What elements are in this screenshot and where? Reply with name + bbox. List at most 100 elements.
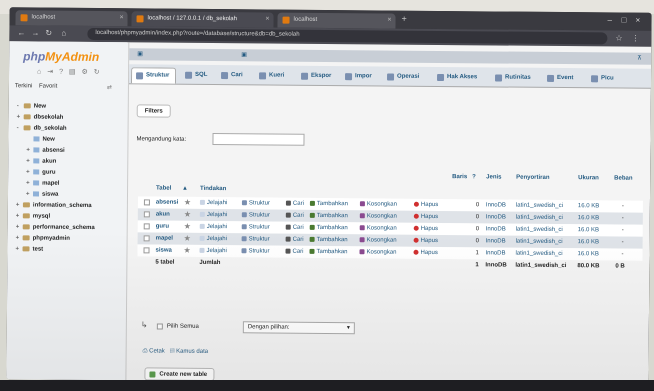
forward-icon[interactable]: → [31,28,39,37]
expand-icon[interactable]: + [16,213,23,219]
expand-icon[interactable]: + [26,180,33,186]
drop-link[interactable]: Hapus [413,237,438,244]
expand-icon[interactable]: + [26,147,33,153]
size[interactable]: 16.0 KB [577,251,598,257]
expand-icon[interactable]: - [17,103,24,109]
create-table-button[interactable]: Create new table [144,367,215,382]
row-checkbox[interactable] [143,235,150,242]
tab-routines[interactable]: Rutinitas [491,70,537,86]
filters-button[interactable]: Filters [136,104,171,118]
structure-link[interactable]: Struktur [241,200,270,207]
insert-link[interactable]: Tambahkan [309,212,348,219]
check-all-label[interactable]: Pilih Semua [167,324,199,330]
maximize-icon[interactable]: □ [622,16,627,25]
expand-icon[interactable]: + [26,191,33,197]
pma-logo[interactable]: phpMyAdmin [23,49,99,64]
header-size[interactable]: Ukuran [578,175,599,181]
structure-link[interactable]: Struktur [241,236,270,243]
size[interactable]: 16.0 KB [578,239,599,245]
star-icon[interactable]: ☆ [615,33,622,42]
browse-link[interactable]: Jelajahi [199,247,227,254]
drop-link[interactable]: Hapus [413,213,438,220]
new-tab-icon[interactable]: + [402,14,407,24]
star-icon[interactable]: ★ [184,234,191,243]
header-rows[interactable]: Baris [452,174,467,180]
collapse-icon[interactable]: - [17,125,24,131]
search-link[interactable]: Cari [285,236,304,243]
table-name[interactable]: absensi [156,199,178,205]
row-checkbox[interactable] [143,211,150,218]
tab-query[interactable]: Kueri [255,68,290,84]
tab-favorites[interactable]: Favorit [39,83,57,89]
empty-link[interactable]: Kosongkan [359,201,397,208]
header-table[interactable]: Tabel [156,185,171,191]
print-link[interactable]: Cetak [149,348,165,354]
home-icon[interactable]: ⌂ [61,29,66,38]
drop-link[interactable]: Hapus [413,225,438,232]
structure-link[interactable]: Struktur [241,248,270,255]
search-link[interactable]: Cari [285,200,304,207]
star-icon[interactable]: ★ [184,210,191,219]
insert-link[interactable]: Tambahkan [309,200,348,207]
browser-tab-2[interactable]: localhost / 127.0.0.1 / db_sekolah × [131,11,274,28]
expand-icon[interactable]: + [15,246,22,252]
search-link[interactable]: Cari [285,248,304,255]
back-icon[interactable]: ← [17,28,25,37]
size[interactable]: 16.0 KB [578,215,599,221]
with-selected-select[interactable]: Dengan pilihan: ▾ [242,321,355,335]
tab-import[interactable]: Impor [341,69,378,85]
structure-link[interactable]: Struktur [241,212,270,219]
browser-tab-3[interactable]: localhost × [277,12,396,29]
empty-link[interactable]: Kosongkan [359,237,397,244]
table-name[interactable]: mapel [156,235,173,241]
check-all-checkbox[interactable] [156,323,163,330]
empty-link[interactable]: Kosongkan [359,249,397,256]
expand-icon[interactable]: + [16,202,23,208]
star-icon[interactable]: ★ [184,222,191,231]
tab-triggers[interactable]: Picu [587,71,620,87]
data-dictionary-link[interactable]: Kamus data [176,349,208,355]
expand-icon[interactable]: + [17,114,24,120]
insert-link[interactable]: Tambahkan [309,236,348,243]
filter-input[interactable] [212,132,305,146]
close-icon[interactable]: × [119,14,123,21]
tab-events[interactable]: Event [543,71,579,87]
gear-icon[interactable]: ⚙ [81,69,89,76]
tab-operations[interactable]: Operasi [383,69,425,85]
row-checkbox[interactable] [143,223,150,230]
expand-icon[interactable]: + [26,158,33,164]
tab-sql[interactable]: SQL [181,68,213,84]
drop-link[interactable]: Hapus [413,249,438,256]
minimize-icon[interactable]: – [608,15,613,24]
row-checkbox[interactable] [143,247,150,254]
empty-link[interactable]: Kosongkan [359,225,397,232]
tab-privileges[interactable]: Hak Akses [433,70,483,86]
close-icon[interactable]: × [265,15,269,22]
exit-icon[interactable]: ⇥ [47,69,55,76]
table-name[interactable]: akun [156,211,170,217]
header-type[interactable]: Jenis [486,174,501,180]
expand-icon[interactable]: + [16,224,23,230]
tab-structure[interactable]: Struktur [130,67,177,84]
link-icon[interactable]: ⇄ [107,84,112,91]
header-overhead[interactable]: Beban [614,175,632,181]
structure-link[interactable]: Struktur [241,224,270,231]
help-icon[interactable]: ? [59,69,65,76]
home-icon[interactable]: ⌂ [37,68,43,75]
search-link[interactable]: Cari [285,224,304,231]
empty-link[interactable]: Kosongkan [359,213,397,220]
docs-icon[interactable]: ▤ [69,69,78,76]
expand-icon[interactable]: + [16,235,23,241]
size[interactable]: 16.0 KB [578,227,599,233]
size[interactable]: 16.0 KB [578,203,599,209]
insert-link[interactable]: Tambahkan [309,248,348,255]
insert-link[interactable]: Tambahkan [309,224,348,231]
reload-icon[interactable]: ↻ [45,29,52,38]
collapse-icon[interactable]: ⊼ [637,55,641,62]
star-icon[interactable]: ★ [183,246,190,255]
browse-link[interactable]: Jelajahi [199,199,227,206]
close-window-icon[interactable]: × [636,16,641,25]
browse-link[interactable]: Jelajahi [199,211,227,218]
reload-icon[interactable]: ↻ [94,69,102,76]
expand-icon[interactable]: + [26,169,33,175]
